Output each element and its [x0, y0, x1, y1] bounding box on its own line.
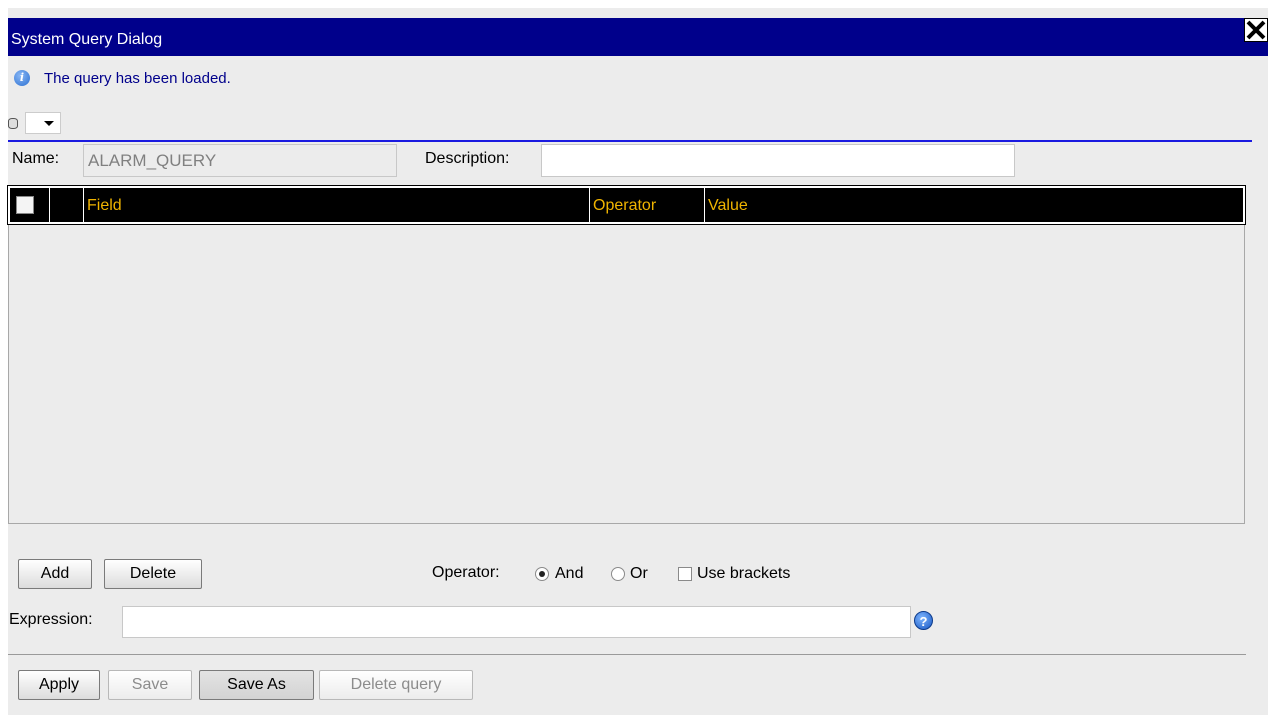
database-icon	[8, 118, 18, 129]
info-message: The query has been loaded.	[44, 70, 231, 87]
dialog-title: System Query Dialog	[11, 31, 163, 48]
and-label: And	[555, 565, 584, 582]
use-brackets-checkbox[interactable]	[678, 567, 692, 581]
save-button[interactable]: Save	[108, 670, 192, 700]
info-bar: i The query has been loaded.	[8, 56, 1268, 142]
value-column-header[interactable]: Value	[705, 188, 1241, 222]
field-column-header[interactable]: Field	[84, 188, 590, 222]
name-label: Name:	[12, 150, 60, 167]
info-divider	[8, 140, 1252, 142]
delete-button[interactable]: Delete	[104, 559, 202, 589]
select-all-cell	[10, 188, 50, 222]
description-label: Description:	[425, 150, 510, 167]
system-query-dialog: System Query Dialog i The query has been…	[7, 8, 1268, 715]
or-label: Or	[630, 565, 648, 582]
conditions-grid: Field Operator Value	[7, 185, 1246, 524]
grid-header: Field Operator Value	[7, 185, 1246, 225]
description-field[interactable]	[541, 144, 1015, 177]
chevron-down-icon	[44, 121, 54, 126]
footer-divider	[8, 654, 1246, 655]
select-all-checkbox[interactable]	[16, 196, 34, 214]
operator-column-header[interactable]: Operator	[590, 188, 705, 222]
row-marker-header	[50, 188, 84, 222]
title-bar: System Query Dialog	[8, 18, 1268, 56]
query-select-dropdown[interactable]	[25, 112, 61, 134]
operator-label: Operator:	[432, 564, 500, 581]
save-as-button[interactable]: Save As	[199, 670, 314, 700]
delete-query-button[interactable]: Delete query	[319, 670, 473, 700]
close-icon[interactable]	[1244, 18, 1268, 42]
expression-label: Expression:	[9, 611, 93, 628]
and-radio[interactable]	[535, 567, 549, 581]
info-icon: i	[14, 70, 30, 86]
or-radio[interactable]	[611, 567, 625, 581]
name-field[interactable]: ALARM_QUERY	[83, 144, 397, 177]
expression-field[interactable]	[122, 606, 911, 638]
help-icon[interactable]: ?	[914, 611, 933, 630]
use-brackets-label: Use brackets	[697, 565, 791, 582]
add-button[interactable]: Add	[18, 559, 92, 589]
apply-button[interactable]: Apply	[18, 670, 100, 700]
